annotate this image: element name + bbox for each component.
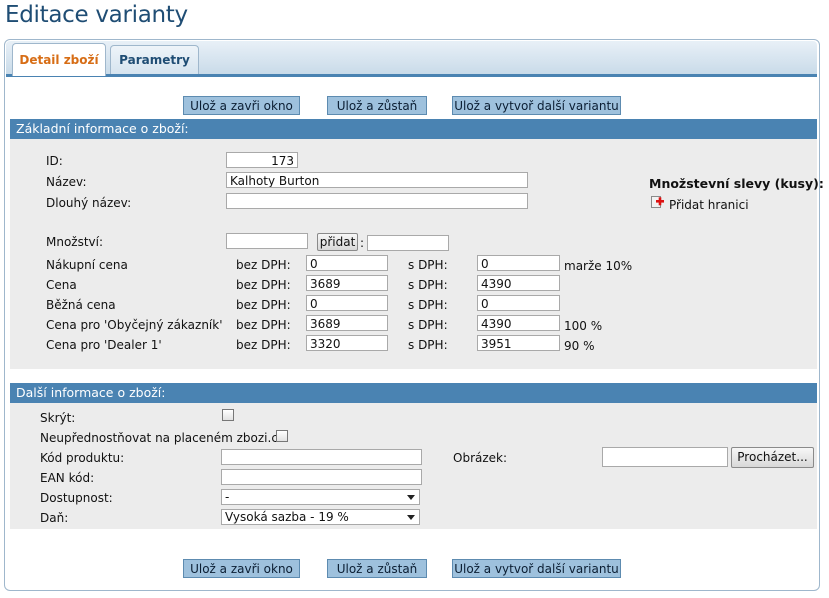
- price-s-dph-label: s DPH:: [408, 318, 448, 332]
- quantity-field[interactable]: [226, 233, 308, 249]
- price-bez-dph-field[interactable]: 3689: [306, 275, 388, 291]
- tax-select[interactable]: Vysoká sazba - 19 %: [221, 509, 420, 525]
- long-name-label: Dlouhý název:: [46, 196, 132, 210]
- name-field[interactable]: Kalhoty Burton: [226, 172, 528, 188]
- price-row-label: Cena: [46, 278, 77, 292]
- ean-field[interactable]: [221, 469, 422, 485]
- add-quantity-button[interactable]: přidat: [317, 233, 358, 251]
- price-bez-dph-field[interactable]: 3320: [306, 335, 388, 351]
- price-s-dph-label: s DPH:: [408, 278, 448, 292]
- tax-label: Daň:: [40, 511, 69, 525]
- price-s-dph-field[interactable]: 4390: [477, 315, 560, 331]
- product-code-label: Kód produktu:: [40, 451, 125, 465]
- price-s-dph-label: s DPH:: [408, 258, 448, 272]
- price-s-dph-label: s DPH:: [408, 338, 448, 352]
- price-s-dph-field[interactable]: 3951: [477, 335, 560, 351]
- availability-value: -: [225, 490, 230, 504]
- quantity-separator: :: [360, 236, 365, 250]
- no-prefer-label: Neupřednostňovat na placeném zbozi.cz:: [40, 431, 289, 445]
- price-bez-dph-field[interactable]: 0: [306, 295, 388, 311]
- save-new-variant-button-bottom[interactable]: Ulož a vytvoř další variantu: [452, 559, 621, 578]
- long-name-field[interactable]: [226, 193, 528, 209]
- price-bez-dph-field[interactable]: 0: [306, 255, 388, 271]
- price-bez-dph-label: bez DPH:: [236, 338, 291, 352]
- price-row-label: Nákupní cena: [46, 258, 128, 272]
- price-s-dph-field[interactable]: 0: [477, 295, 560, 311]
- price-bez-dph-label: bez DPH:: [236, 318, 291, 332]
- quantity-discounts-title: Množstevní slevy (kusy):: [649, 176, 824, 191]
- add-icon[interactable]: [651, 196, 664, 208]
- ean-label: EAN kód:: [40, 471, 95, 485]
- price-note: 100 %: [564, 319, 603, 333]
- tax-value: Vysoká sazba - 19 %: [225, 510, 349, 524]
- tab-detail-zbozi[interactable]: Detail zboží: [12, 43, 106, 76]
- chevron-down-icon: [407, 495, 415, 500]
- save-stay-button-bottom[interactable]: Ulož a zůstaň: [327, 559, 427, 578]
- basic-info-heading: Základní informace o zboží:: [10, 119, 817, 139]
- no-prefer-checkbox[interactable]: [276, 430, 288, 442]
- price-bez-dph-field[interactable]: 3689: [306, 315, 388, 331]
- save-close-button-bottom[interactable]: Ulož a zavři okno: [183, 559, 300, 578]
- hide-label: Skrýt:: [40, 411, 76, 425]
- availability-select[interactable]: -: [221, 489, 420, 505]
- id-field[interactable]: 173: [226, 152, 298, 168]
- image-label: Obrázek:: [453, 451, 508, 465]
- price-note: 90 %: [564, 339, 595, 353]
- price-bez-dph-label: bez DPH:: [236, 298, 291, 312]
- name-label: Název:: [46, 175, 87, 189]
- availability-label: Dostupnost:: [40, 491, 113, 505]
- add-limit-link[interactable]: Přidat hranici: [669, 198, 749, 212]
- price-row-label: Běžná cena: [46, 298, 116, 312]
- image-file-field[interactable]: [602, 447, 728, 467]
- chevron-down-icon: [407, 515, 415, 520]
- quantity-field-2[interactable]: [367, 235, 449, 251]
- price-row-label: Cena pro 'Dealer 1': [46, 338, 162, 352]
- save-stay-button[interactable]: Ulož a zůstaň: [327, 96, 427, 115]
- browse-button[interactable]: Procházet...: [731, 447, 814, 468]
- page-title: Editace varianty: [5, 2, 188, 28]
- save-close-button[interactable]: Ulož a zavři okno: [183, 96, 300, 115]
- price-bez-dph-label: bez DPH:: [236, 258, 291, 272]
- more-info-heading: Další informace o zboží:: [10, 383, 817, 403]
- price-s-dph-label: s DPH:: [408, 298, 448, 312]
- id-label: ID:: [46, 154, 63, 168]
- save-new-variant-button[interactable]: Ulož a vytvoř další variantu: [452, 96, 621, 115]
- hide-checkbox[interactable]: [222, 409, 234, 421]
- price-note: marže 10%: [564, 259, 633, 273]
- price-s-dph-field[interactable]: 0: [477, 255, 560, 271]
- price-bez-dph-label: bez DPH:: [236, 278, 291, 292]
- tab-parametry[interactable]: Parametry: [110, 45, 199, 74]
- quantity-label: Množství:: [46, 235, 104, 249]
- price-s-dph-field[interactable]: 4390: [477, 275, 560, 291]
- price-row-label: Cena pro 'Obyčejný zákazník': [46, 318, 223, 332]
- product-code-field[interactable]: [221, 449, 422, 465]
